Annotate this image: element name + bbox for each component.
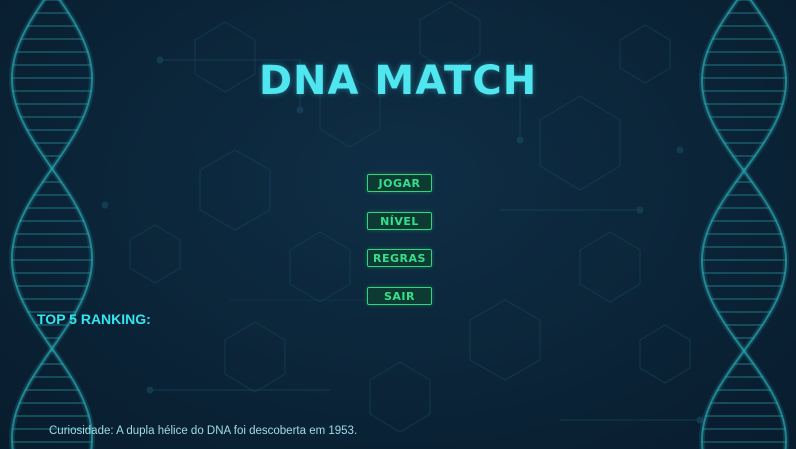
play-button[interactable]: JOGAR (367, 174, 432, 192)
rules-button[interactable]: REGRAS (367, 249, 432, 267)
exit-button[interactable]: SAIR (367, 287, 432, 305)
game-title: DNA MATCH (258, 58, 538, 104)
game-screen: DNA MATCH JOGAR NÍVEL REGRAS SAIR TOP 5 … (0, 0, 796, 449)
level-button[interactable]: NÍVEL (367, 212, 432, 230)
circuit-lines (101, 56, 704, 424)
curiosity-text: Curiosidade: A dupla hélice do DNA foi d… (49, 425, 358, 437)
ranking-title: TOP 5 RANKING: (37, 311, 151, 327)
